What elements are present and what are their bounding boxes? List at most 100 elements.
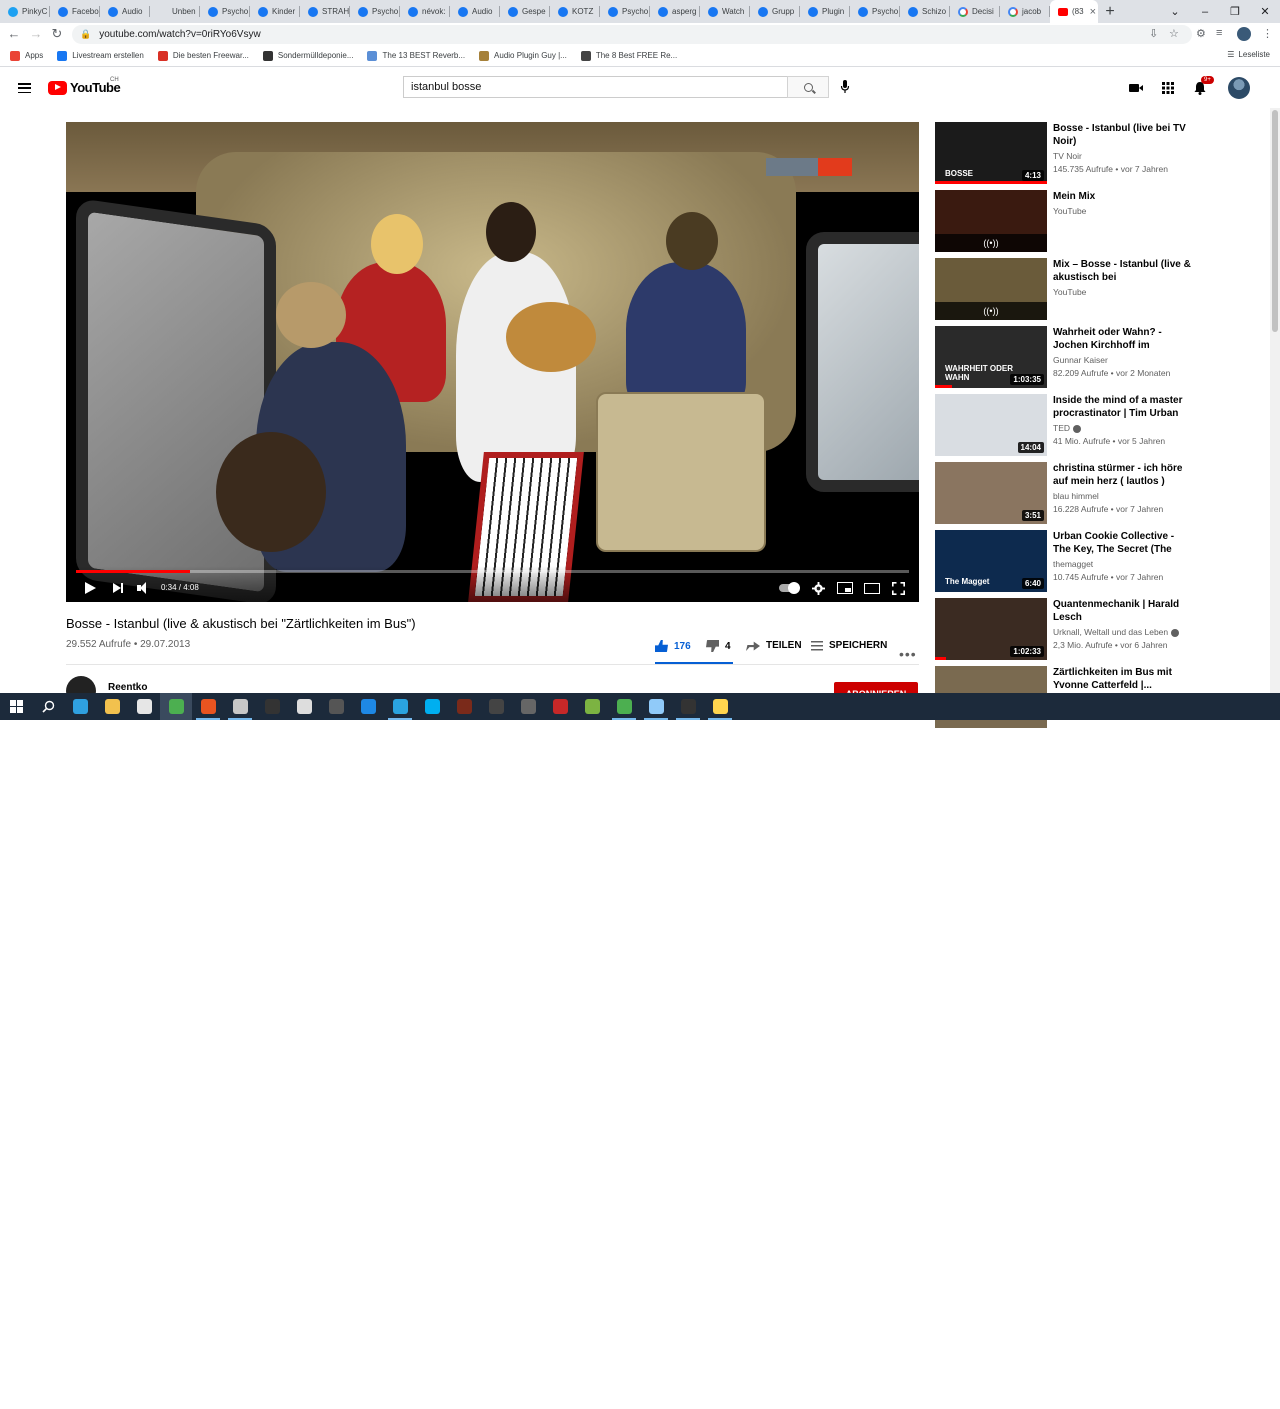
taskbar-app[interactable] <box>544 693 576 720</box>
recommended-video[interactable]: ((•)) Mein Mix YouTube <box>935 190 1195 252</box>
browser-tab[interactable]: STRAH <box>300 0 350 23</box>
recommended-video[interactable]: 14:04 Inside the mind of a master procras… <box>935 394 1195 456</box>
taskbar-app[interactable] <box>128 693 160 720</box>
recommended-title[interactable]: Zärtlichkeiten im Bus mit Yvonne Catterf… <box>1053 666 1193 692</box>
recommended-video[interactable]: ((•)) Mix – Bosse - Istanbul (live & akus… <box>935 258 1195 320</box>
browser-tab[interactable]: Watch <box>700 0 750 23</box>
system-clock[interactable]: 05:17 27.07.2021 <box>1234 1389 1274 1409</box>
taskbar-app[interactable] <box>64 693 96 720</box>
fullscreen-button[interactable] <box>890 580 906 596</box>
recommended-video[interactable]: 1:02:33 Quantenmechanik | Harald Lesch Urk… <box>935 598 1195 660</box>
taskbar-app[interactable] <box>352 693 384 720</box>
bookmark-item[interactable]: Die besten Freewar... <box>157 50 249 61</box>
video-thumbnail[interactable]: BOSSE 4:13 <box>935 122 1047 184</box>
taskbar-app[interactable] <box>160 693 192 720</box>
more-actions-icon[interactable]: ••• <box>899 646 917 662</box>
maximize-icon[interactable]: ❐ <box>1220 0 1250 23</box>
taskbar-app[interactable] <box>480 693 512 720</box>
theater-mode-button[interactable] <box>863 580 881 596</box>
recommended-channel[interactable]: Urknall, Weltall und das Leben <box>1053 627 1180 637</box>
browser-tab[interactable]: Plugin <box>800 0 850 23</box>
scrollbar-thumb[interactable] <box>1272 110 1278 332</box>
minimize-icon[interactable]: – <box>1190 0 1220 23</box>
browser-tab[interactable]: Facebo <box>50 0 100 23</box>
account-avatar[interactable] <box>1228 77 1250 99</box>
video-thumbnail[interactable]: ((•)) <box>935 258 1047 320</box>
taskbar-app[interactable] <box>320 693 352 720</box>
taskbar-app[interactable] <box>704 693 736 720</box>
video-thumbnail[interactable]: The Magget 6:40 <box>935 530 1047 592</box>
recommended-video[interactable]: Zärtlichkeiten im Bus mit Yvonne Catterf… <box>935 666 1195 728</box>
browser-tab[interactable]: Schizo <box>900 0 950 23</box>
recommended-channel[interactable]: themagget <box>1053 559 1093 569</box>
video-thumbnail[interactable]: 14:04 <box>935 394 1047 456</box>
recommended-channel[interactable]: YouTube <box>1053 206 1086 216</box>
bookmark-item[interactable]: Audio Plugin Guy |... <box>479 50 567 61</box>
taskbar-app[interactable] <box>288 693 320 720</box>
address-bar[interactable]: 🔒 youtube.com/watch?v=0riRYo6Vsyw <box>72 25 1192 44</box>
close-tab-icon[interactable]: × <box>1090 6 1096 18</box>
browser-menu-icon[interactable]: ⋮ <box>1262 27 1273 40</box>
share-button[interactable]: TEILEN <box>746 640 802 651</box>
browser-tab[interactable]: Psycho <box>850 0 900 23</box>
taskbar-app[interactable] <box>192 693 224 720</box>
browser-tab[interactable]: Psycho <box>350 0 400 23</box>
taskbar-app[interactable] <box>640 693 672 720</box>
recommended-title[interactable]: christina stürmer - ich höre auf mein he… <box>1053 462 1193 488</box>
taskbar-app[interactable] <box>256 693 288 720</box>
menu-icon[interactable] <box>18 83 31 94</box>
install-app-icon[interactable]: ⇩ <box>1149 27 1158 40</box>
recommended-title[interactable]: Mix – Bosse - Istanbul (live & akustisch… <box>1053 258 1193 284</box>
taskbar-app[interactable] <box>448 693 480 720</box>
back-icon[interactable]: ← <box>6 26 22 41</box>
apps-bookmark[interactable]: Apps <box>10 50 43 61</box>
browser-tab[interactable]: Audio <box>450 0 500 23</box>
browser-tab[interactable]: Decisi <box>950 0 1000 23</box>
browser-tab[interactable]: jacob <box>1000 0 1050 23</box>
video-thumbnail[interactable]: 3:51 <box>935 462 1047 524</box>
settings-button[interactable] <box>810 580 826 596</box>
taskbar-app[interactable] <box>576 693 608 720</box>
recommended-channel[interactable]: TED <box>1053 423 1081 433</box>
taskbar-app[interactable] <box>224 693 256 720</box>
browser-tab[interactable]: Psycho <box>200 0 250 23</box>
recommended-title[interactable]: Quantenmechanik | Harald Lesch <box>1053 598 1193 624</box>
video-thumbnail[interactable]: 1:02:33 <box>935 598 1047 660</box>
taskbar-app[interactable] <box>384 693 416 720</box>
video-player[interactable]: 0:34 / 4:08 <box>66 122 919 602</box>
create-video-icon[interactable] <box>1128 80 1144 96</box>
recommended-video[interactable]: 3:51 christina stürmer - ich höre auf mei… <box>935 462 1195 524</box>
browser-tab[interactable]: Kinder <box>250 0 300 23</box>
bookmark-item[interactable]: Livestream erstellen <box>57 50 144 61</box>
browser-tab[interactable]: Grupp <box>750 0 800 23</box>
start-button[interactable] <box>0 693 32 720</box>
volume-button[interactable] <box>136 580 152 596</box>
browser-tab[interactable]: Psycho <box>600 0 650 23</box>
taskbar-app[interactable] <box>608 693 640 720</box>
reload-icon[interactable]: ↻ <box>49 26 65 42</box>
apps-grid-icon[interactable] <box>1160 80 1176 96</box>
recommended-video[interactable]: WAHRHEIT ODER WAHN 1:03:35 Wahrheit oder W… <box>935 326 1195 388</box>
browser-tab[interactable]: Unben <box>150 0 200 23</box>
bookmark-item[interactable]: The 13 BEST Reverb... <box>367 50 465 61</box>
forward-icon[interactable]: → <box>28 26 44 41</box>
like-button[interactable]: 176 <box>655 640 691 652</box>
recommended-video[interactable]: The Magget 6:40 Urban Cookie Collective - … <box>935 530 1195 592</box>
new-tab-button[interactable]: + <box>1098 0 1122 23</box>
extensions-icon[interactable]: ⚙ <box>1196 27 1206 40</box>
reading-list-button[interactable]: ☰ Leseliste <box>1227 50 1270 59</box>
browser-tab[interactable]: névok: <box>400 0 450 23</box>
microphone-icon[interactable] <box>840 80 850 94</box>
media-queue-icon[interactable]: ≡ <box>1216 27 1222 39</box>
browser-tab[interactable]: Audio <box>100 0 150 23</box>
recommended-title[interactable]: Inside the mind of a master procrastinat… <box>1053 394 1193 420</box>
next-button[interactable] <box>111 580 125 596</box>
taskbar-app[interactable] <box>512 693 544 720</box>
channel-name[interactable]: Reentko <box>108 682 147 693</box>
taskbar-app[interactable] <box>416 693 448 720</box>
browser-tab[interactable]: asperg <box>650 0 700 23</box>
progress-bar[interactable] <box>76 570 909 573</box>
recommended-channel[interactable]: Gunnar Kaiser <box>1053 355 1108 365</box>
play-button[interactable] <box>82 580 98 596</box>
browser-tab[interactable]: PinkyC <box>0 0 50 23</box>
